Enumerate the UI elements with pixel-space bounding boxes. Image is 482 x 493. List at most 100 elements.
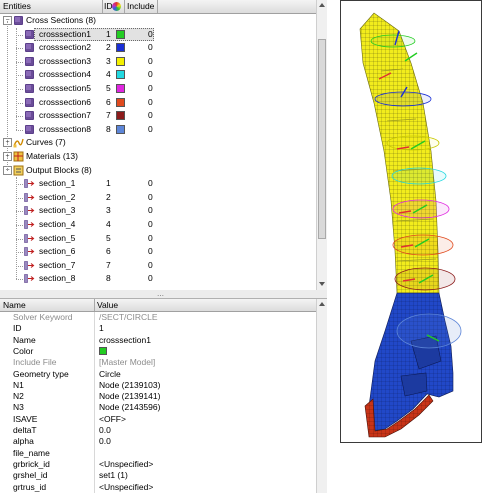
property-value[interactable]: Node (2139103) [99, 380, 160, 390]
color-swatch[interactable] [116, 124, 125, 134]
property-row[interactable]: N1 Node (2139103) [0, 380, 316, 391]
output-block-icon [24, 233, 35, 243]
cross-section-group-icon [14, 16, 23, 25]
property-row[interactable]: grbrick_id <Unspecified> [0, 459, 316, 470]
tree-group-curves[interactable]: + Curves (7) [0, 136, 316, 149]
property-row[interactable]: Geometry type Circle [0, 369, 316, 380]
property-value[interactable]: Node (2143596) [99, 402, 160, 412]
entity-tree: Entities ID Include − Cross Sections (8)… [0, 0, 327, 291]
tree-group-output_blocks[interactable]: − Output Blocks (8) [0, 164, 316, 177]
property-value[interactable]: 1 [99, 323, 104, 333]
output-block-icon [24, 220, 35, 229]
output-block-row[interactable]: section_8 8 0 [0, 272, 316, 285]
cross-section-row[interactable]: crosssection1 1 0 [0, 27, 316, 41]
cross-section-include: 0 [148, 28, 153, 39]
tree-group-cross_sections[interactable]: − Cross Sections (8) [0, 14, 316, 27]
property-row[interactable]: N3 Node (2143596) [0, 402, 316, 413]
model-viewport[interactable] [340, 0, 482, 443]
cross-section-row[interactable]: crosssection4 4 0 [0, 68, 316, 81]
name-column-header[interactable]: Name [3, 300, 26, 310]
output-block-row[interactable]: section_3 3 0 [0, 204, 316, 217]
output-block-id: 3 [106, 205, 111, 216]
cross-section-icon [25, 111, 34, 121]
tree-group-materials[interactable]: + Materials (13) [0, 150, 316, 163]
property-name: Solver Keyword [13, 312, 73, 322]
property-name: file_name [13, 447, 50, 458]
cross-section-name: crosssection3 [39, 55, 91, 66]
output-block-row[interactable]: section_1 1 0 [0, 177, 316, 190]
color-swatch[interactable] [116, 56, 125, 66]
color-swatch[interactable] [116, 97, 125, 107]
cross-section-row[interactable]: crosssection3 3 0 [0, 55, 316, 68]
property-row[interactable]: N2 Node (2139141) [0, 391, 316, 402]
property-value[interactable]: 0.0 [99, 436, 111, 446]
property-value[interactable]: <OFF> [99, 414, 126, 424]
output-block-row[interactable]: section_6 6 0 [0, 245, 316, 258]
cross-section-id: 8 [106, 123, 111, 134]
tree-scroll-thumb[interactable] [318, 39, 326, 239]
cross-section-icon [25, 97, 34, 107]
property-value[interactable]: crosssection1 [99, 335, 151, 345]
props-scroll-up-icon[interactable] [319, 302, 325, 306]
cross-section-icon [25, 56, 34, 66]
property-row[interactable]: Solver Keyword /SECT/CIRCLE [0, 312, 316, 323]
property-row[interactable]: Name crosssection1 [0, 335, 316, 346]
cross-section-row[interactable]: crosssection8 8 0 [0, 123, 316, 136]
tree-vertical-scrollbar[interactable] [316, 0, 327, 290]
props-vertical-scrollbar[interactable] [316, 299, 327, 493]
property-row[interactable]: Color [0, 346, 316, 357]
color-swatch[interactable] [116, 29, 125, 39]
property-value[interactable]: /SECT/CIRCLE [99, 312, 158, 322]
cross-section-include: 0 [148, 69, 153, 80]
output-blocks-icon [13, 165, 24, 176]
color-swatch[interactable] [116, 43, 125, 53]
cross-section-row[interactable]: crosssection5 5 0 [0, 82, 316, 95]
property-row[interactable]: ISAVE <OFF> [0, 414, 316, 425]
cross-section-id: 5 [106, 83, 111, 93]
property-row[interactable]: alpha 0.0 [0, 436, 316, 447]
property-value[interactable]: <Unspecified> [99, 482, 153, 492]
output-block-row[interactable]: section_4 4 0 [0, 218, 316, 231]
property-row[interactable]: grshel_id set1 (1) [0, 470, 316, 481]
tree-group-label: Cross Sections (8) [26, 15, 96, 25]
scroll-up-icon[interactable] [319, 3, 325, 7]
property-value[interactable]: <Unspecified> [99, 459, 153, 469]
b-pillar-mesh [359, 12, 462, 438]
property-name: N2 [13, 391, 24, 402]
output-block-include: 0 [148, 219, 153, 229]
output-block-row[interactable]: section_5 5 0 [0, 232, 316, 245]
property-value[interactable]: set1 (1) [99, 470, 128, 480]
include-column-header[interactable]: Include [127, 1, 154, 11]
property-value[interactable]: Node (2139141) [99, 391, 160, 401]
property-value[interactable]: Circle [99, 369, 121, 379]
output-block-row[interactable]: section_7 7 0 [0, 259, 316, 272]
property-row[interactable]: file_name [0, 448, 316, 459]
output-block-icon [24, 206, 35, 216]
cross-section-row[interactable]: crosssection7 7 0 [0, 109, 316, 122]
color-value-swatch[interactable] [99, 346, 107, 355]
property-row[interactable]: deltaT 0.0 [0, 425, 316, 436]
cross-section-row[interactable]: crosssection6 6 0 [0, 96, 316, 109]
color-swatch[interactable] [116, 84, 125, 93]
color-swatch[interactable] [116, 111, 125, 121]
property-row[interactable]: ID 1 [0, 323, 316, 334]
property-value[interactable]: [Master Model] [99, 357, 155, 367]
output-block-name: section_2 [39, 191, 76, 202]
property-name: grtrus_id [13, 481, 47, 492]
output-block-name: section_4 [39, 219, 76, 229]
entities-column-header[interactable]: Entities [3, 1, 31, 11]
property-name: ID [13, 323, 22, 334]
color-swatch[interactable] [116, 70, 125, 80]
cross-section-row[interactable]: crosssection2 2 0 [0, 41, 316, 54]
property-value[interactable]: 0.0 [99, 425, 111, 435]
cross-section-include: 0 [148, 42, 153, 53]
tree-group-label: Output Blocks (8) [26, 164, 92, 175]
property-row[interactable]: Include File [Master Model] [0, 357, 316, 368]
property-row[interactable]: grtrus_id <Unspecified> [0, 482, 316, 493]
panel-splitter[interactable]: ⋯ [0, 290, 327, 300]
output-block-row[interactable]: section_2 2 0 [0, 191, 316, 204]
scroll-down-icon[interactable] [319, 282, 325, 286]
cross-section-id: 2 [106, 42, 111, 53]
cross-section-include: 0 [148, 110, 153, 121]
value-column-header[interactable]: Value [97, 300, 118, 310]
